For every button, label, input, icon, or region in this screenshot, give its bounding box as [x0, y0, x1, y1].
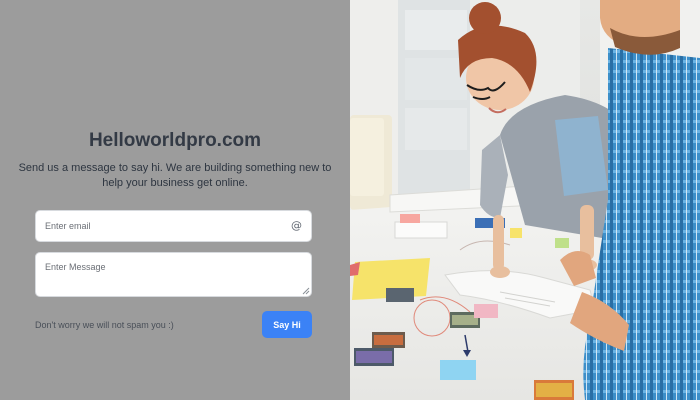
hero-photo — [350, 0, 700, 400]
email-field[interactable]: @ — [35, 210, 312, 242]
tagline: Send us a message to say hi. We are buil… — [18, 162, 332, 189]
brand-title: Helloworldpro.com — [88, 130, 262, 151]
hero-photo-illustration — [350, 0, 700, 400]
say-hi-button[interactable]: Say Hi — [262, 311, 312, 338]
disclaimer-text: Don't worry we will not spam you :) — [35, 320, 174, 330]
email-input[interactable] — [36, 211, 286, 241]
resize-grip-icon[interactable] — [302, 287, 310, 295]
at-sign-icon: @ — [291, 219, 302, 232]
message-input[interactable] — [35, 252, 312, 297]
contact-panel: Helloworldpro.com Send us a message to s… — [0, 0, 350, 400]
